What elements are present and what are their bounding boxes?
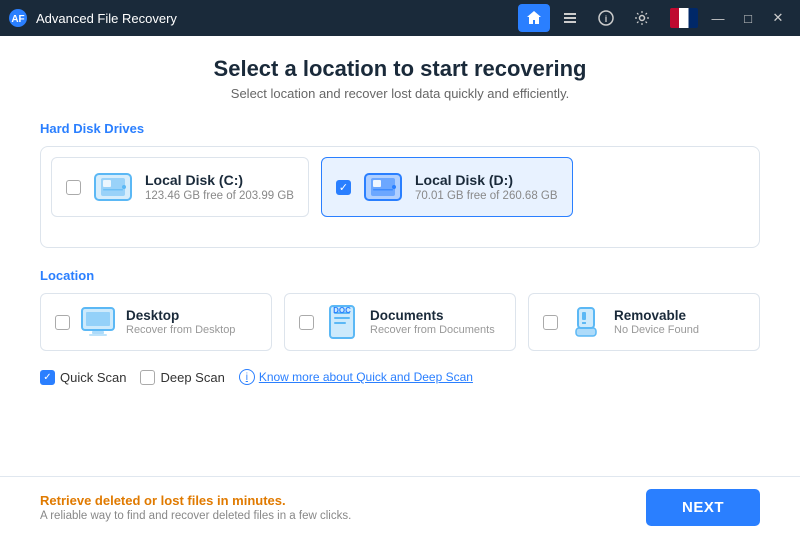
desktop-name: Desktop [126,308,235,323]
documents-info: Documents Recover from Documents [370,308,495,336]
deep-scan-checkbox[interactable] [140,370,155,385]
removable-name: Removable [614,308,699,323]
drive-c-space: 123.46 GB free of 203.99 GB [145,190,294,202]
nav-list-button[interactable] [554,4,586,32]
close-button[interactable]: ✕ [764,4,792,32]
drive-d-card[interactable]: ✓ Local Disk (D:) 70.01 GB free of 260.6… [321,157,573,217]
hard-disk-label: Hard Disk Drives [40,121,760,136]
footer-sub: A reliable way to find and recover delet… [40,510,646,522]
desktop-sub: Recover from Desktop [126,324,235,336]
app-title: Advanced File Recovery [36,11,518,26]
next-button[interactable]: NEXT [646,489,760,526]
page-title: Select a location to start recovering [40,56,760,82]
location-section: Location Desktop Recover from Desktop [40,268,760,369]
location-documents-checkbox[interactable] [299,315,314,330]
drive-d-checkbox[interactable]: ✓ [336,180,351,195]
removable-sub: No Device Found [614,324,699,336]
drives-row: Local Disk (C:) 123.46 GB free of 203.99… [51,157,749,217]
drive-d-space: 70.01 GB free of 260.68 GB [415,190,558,202]
svg-text:AF: AF [11,14,24,25]
desktop-icon [80,304,116,340]
info-circle-icon: i [239,369,255,385]
drives-container: Local Disk (C:) 123.46 GB free of 203.99… [40,146,760,248]
removable-info: Removable No Device Found [614,308,699,336]
title-bar: AF Advanced File Recovery i [0,0,800,36]
nav-settings-button[interactable] [626,4,658,32]
scan-info-text: Know more about Quick and Deep Scan [259,370,473,384]
drive-c-checkbox[interactable] [66,180,81,195]
quick-scan-label: Quick Scan [60,370,126,385]
svg-text:DOC: DOC [333,306,351,315]
documents-name: Documents [370,308,495,323]
documents-sub: Recover from Documents [370,324,495,336]
drive-c-icon [91,168,135,206]
maximize-button[interactable]: □ [734,4,762,32]
location-removable-checkbox[interactable] [543,315,558,330]
drive-c-info: Local Disk (C:) 123.46 GB free of 203.99… [145,172,294,202]
desktop-info: Desktop Recover from Desktop [126,308,235,336]
drive-c-name: Local Disk (C:) [145,172,294,188]
removable-icon [568,304,604,340]
documents-icon: DOC [324,304,360,340]
footer-bar: Retrieve deleted or lost files in minute… [0,476,800,538]
deep-scan-label: Deep Scan [160,370,224,385]
deep-scan-option[interactable]: Deep Scan [140,370,224,385]
quick-scan-checkbox[interactable]: ✓ [40,370,55,385]
minimize-button[interactable]: — [704,4,732,32]
hard-disk-section: Hard Disk Drives Local Disk (C:) [40,121,760,268]
main-content: Select a location to start recovering Se… [0,36,800,476]
drive-d-icon [361,168,405,206]
window-controls: — □ ✕ [670,4,792,32]
drive-d-info: Local Disk (D:) 70.01 GB free of 260.68 … [415,172,558,202]
location-removable-card[interactable]: Removable No Device Found [528,293,760,351]
footer-headline: Retrieve deleted or lost files in minute… [40,493,646,508]
page-subtitle: Select location and recover lost data qu… [40,86,760,101]
location-documents-card[interactable]: DOC Documents Recover from Documents [284,293,516,351]
nav-home-button[interactable] [518,4,550,32]
footer-text: Retrieve deleted or lost files in minute… [40,493,646,522]
location-row: Desktop Recover from Desktop DOC Documen… [40,293,760,351]
svg-text:i: i [605,14,608,24]
nav-info-button[interactable]: i [590,4,622,32]
location-label: Location [40,268,760,283]
location-desktop-checkbox[interactable] [55,315,70,330]
title-nav: i [518,4,658,32]
scan-options: ✓ Quick Scan Deep Scan i Know more about… [40,369,760,385]
flag-icon [670,8,698,28]
drive-d-name: Local Disk (D:) [415,172,558,188]
app-logo-icon: AF [8,8,28,28]
quick-scan-option[interactable]: ✓ Quick Scan [40,370,126,385]
location-desktop-card[interactable]: Desktop Recover from Desktop [40,293,272,351]
drive-c-card[interactable]: Local Disk (C:) 123.46 GB free of 203.99… [51,157,309,217]
scan-info-link[interactable]: i Know more about Quick and Deep Scan [239,369,473,385]
